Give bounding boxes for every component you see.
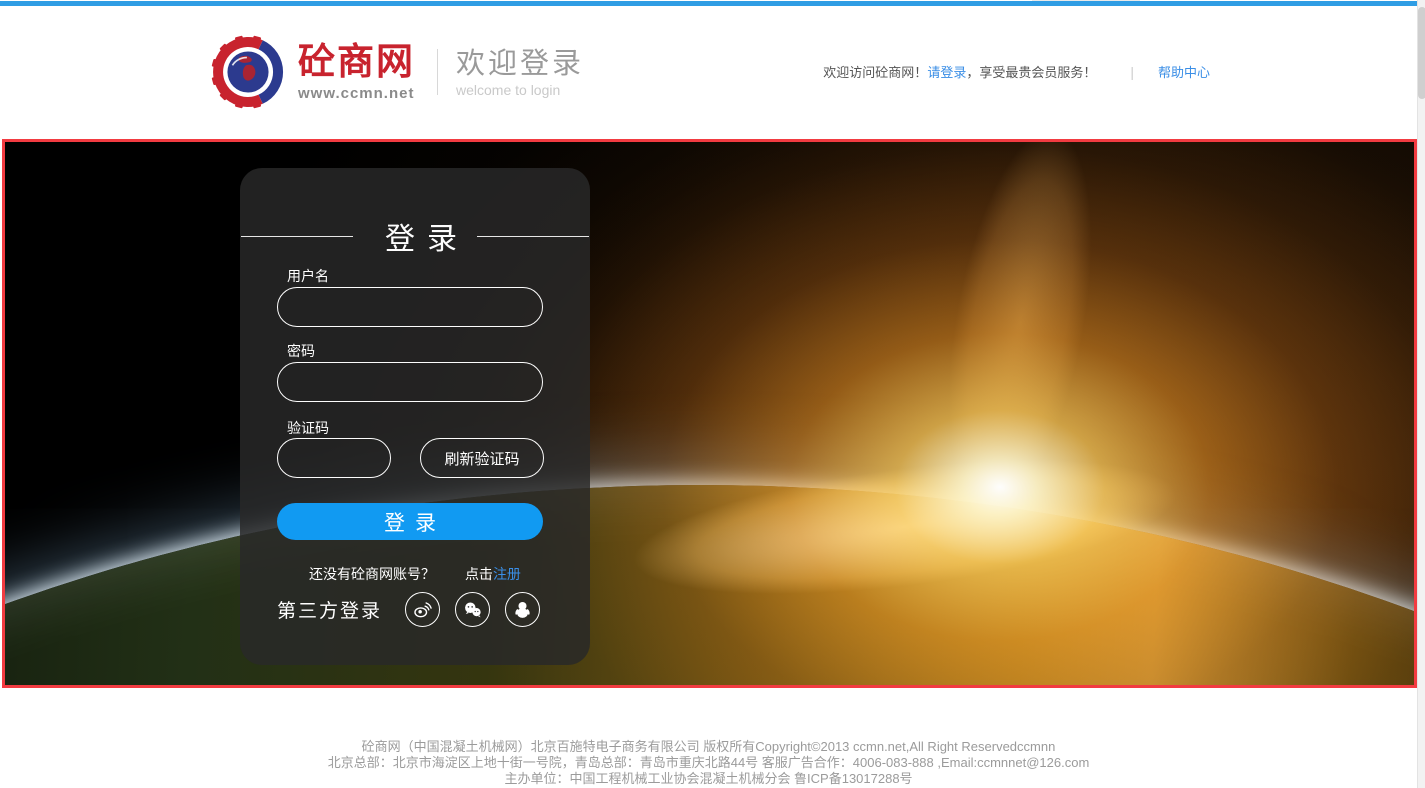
weibo-icon — [412, 599, 433, 620]
footer-organizer-line: 主办单位：中国工程机械工业协会混凝土机械分会 鲁ICP备13017288号 — [0, 771, 1417, 787]
register-row: 还没有砼商网账号？ 点击注册 — [240, 564, 590, 584]
login-link[interactable]: 请登录 — [927, 62, 966, 81]
captcha-label: 验证码 — [287, 418, 329, 438]
username-input[interactable] — [277, 287, 543, 327]
login-panel: 登录 用户名 密码 验证码 刷新验证码 登录 还没有砼商网账号？ 点击注册 第三… — [240, 168, 590, 665]
title-line-left — [241, 236, 353, 237]
login-page: 砼商网 www.ccmn.net 欢迎登录 welcome to login 欢… — [0, 0, 1425, 788]
third-party-login-row: 第三方登录 — [277, 592, 540, 627]
footer: 砼商网（中国混凝土机械网）北京百施特电子商务有限公司 版权所有Copyright… — [0, 688, 1417, 787]
panel-title: 登录 — [373, 214, 469, 258]
brand-text: 砼商网 www.ccmn.net — [298, 43, 415, 102]
greeting-prefix: 欢迎访问砼商网！ — [823, 62, 927, 81]
qq-icon — [512, 599, 533, 620]
welcome-subtitle: welcome to login — [456, 82, 584, 98]
site-url: www.ccmn.net — [298, 85, 415, 102]
welcome-block: 欢迎登录 welcome to login — [456, 46, 584, 98]
third-party-label: 第三方登录 — [277, 596, 382, 623]
wechat-login-button[interactable] — [455, 592, 490, 627]
header: 砼商网 www.ccmn.net 欢迎登录 welcome to login 欢… — [0, 6, 1417, 139]
password-input[interactable] — [277, 362, 543, 402]
help-center-link[interactable]: 帮助中心 — [1158, 62, 1210, 81]
scrollbar-thumb[interactable] — [1418, 7, 1425, 99]
gear-globe-logo-icon — [208, 32, 288, 112]
register-prompt: 还没有砼商网账号？ — [309, 566, 435, 582]
title-line-right — [477, 236, 589, 237]
wechat-icon — [462, 599, 483, 620]
refresh-captcha-button[interactable]: 刷新验证码 — [420, 438, 544, 478]
header-divider — [437, 49, 438, 95]
greeting-suffix: ，享受最贵会员服务！ — [966, 62, 1096, 81]
login-button[interactable]: 登录 — [277, 503, 543, 540]
qq-login-button[interactable] — [505, 592, 540, 627]
weibo-login-button[interactable] — [405, 592, 440, 627]
footer-contact-line: 北京总部：北京市海淀区上地十街一号院，青岛总部：青岛市重庆北路44号 客服广告合… — [0, 755, 1417, 771]
site-logo[interactable]: 砼商网 www.ccmn.net 欢迎登录 welcome to login — [208, 32, 584, 112]
scrollbar[interactable] — [1417, 0, 1425, 788]
panel-title-row: 登录 — [240, 214, 590, 258]
captcha-input[interactable] — [277, 438, 391, 478]
welcome-title: 欢迎登录 — [456, 48, 584, 80]
password-label: 密码 — [287, 341, 315, 361]
register-click-text: 点击 — [465, 566, 493, 582]
username-label: 用户名 — [287, 266, 329, 286]
header-separator: | — [1130, 64, 1134, 80]
register-link[interactable]: 注册 — [493, 566, 521, 582]
header-links: 欢迎访问砼商网！ 请登录 ，享受最贵会员服务！ | 帮助中心 — [823, 62, 1210, 81]
site-name: 砼商网 — [298, 43, 415, 81]
login-banner: 登录 用户名 密码 验证码 刷新验证码 登录 还没有砼商网账号？ 点击注册 第三… — [2, 139, 1417, 688]
footer-copyright-line: 砼商网（中国混凝土机械网）北京百施特电子商务有限公司 版权所有Copyright… — [0, 739, 1417, 755]
